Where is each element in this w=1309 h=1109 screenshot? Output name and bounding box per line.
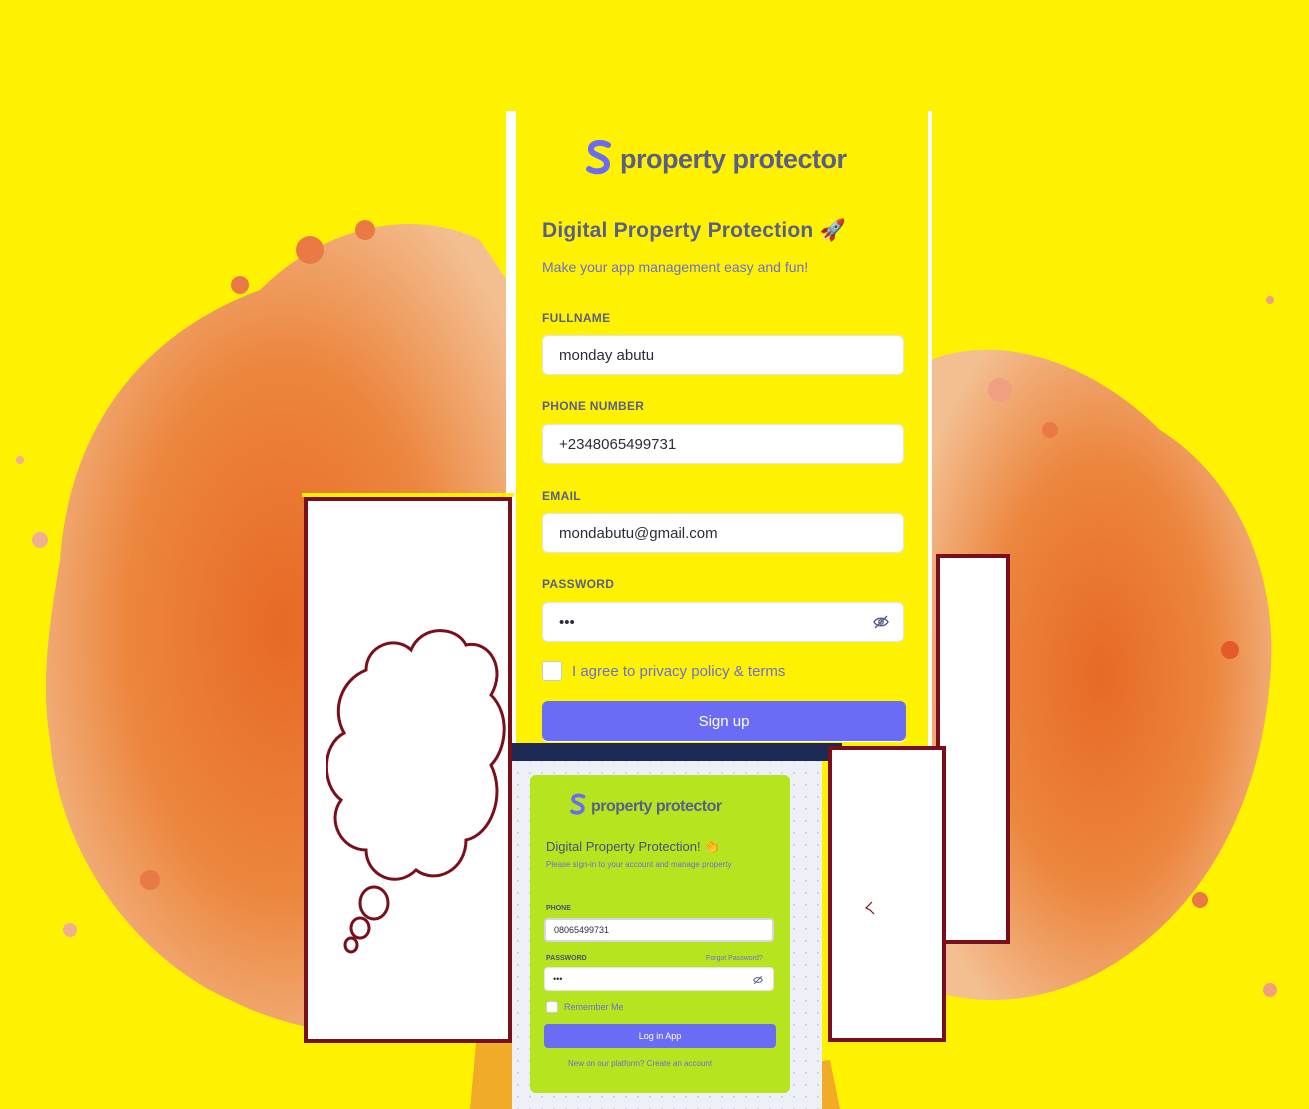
fullname-label: FULLNAME bbox=[542, 311, 611, 325]
brand-name: property protector bbox=[591, 797, 722, 815]
login-heading: Digital Property Protection! 👏 bbox=[546, 839, 721, 854]
login-phone-label: PHONE bbox=[546, 905, 571, 912]
create-account-link[interactable]: New on our platform? Create an account bbox=[568, 1059, 712, 1068]
remember-text[interactable]: Remember Me bbox=[564, 1002, 624, 1012]
remember-checkbox[interactable] bbox=[546, 1001, 558, 1013]
login-screenshot-top-strip bbox=[512, 743, 842, 761]
signup-button[interactable]: Sign up bbox=[542, 701, 906, 741]
remember-me[interactable]: Remember Me bbox=[546, 1001, 624, 1013]
email-input[interactable]: mondabutu@gmail.com bbox=[542, 513, 904, 553]
login-password-input[interactable]: ••• bbox=[544, 967, 774, 991]
phone-input[interactable]: +2348065499731 bbox=[542, 424, 904, 464]
fullname-input[interactable]: monday abutu bbox=[542, 335, 904, 375]
thought-bubble-icon bbox=[326, 629, 506, 954]
agree-text[interactable]: I agree to privacy policy & terms bbox=[572, 663, 785, 680]
phone-value: +2348065499731 bbox=[559, 435, 677, 453]
email-value: mondabutu@gmail.com bbox=[559, 524, 718, 542]
login-logo: property protector bbox=[570, 793, 722, 820]
forgot-password-link[interactable]: Forgot Password? bbox=[706, 955, 763, 962]
signup-heading: Digital Property Protection 🚀 bbox=[542, 219, 846, 242]
login-button[interactable]: Log in App bbox=[544, 1024, 776, 1048]
login-phone-input[interactable]: 08065499731 bbox=[544, 918, 774, 942]
agree-terms[interactable]: I agree to privacy policy & terms bbox=[542, 661, 785, 681]
comic-panel-right-top bbox=[936, 554, 1010, 944]
eye-off-icon[interactable] bbox=[873, 614, 889, 634]
s-logo-icon bbox=[586, 139, 612, 180]
password-value: ••• bbox=[559, 613, 575, 631]
eye-off-icon[interactable] bbox=[753, 975, 763, 987]
comic-panel-left bbox=[302, 493, 514, 1043]
login-password-label: PASSWORD bbox=[546, 955, 587, 962]
pen-mark-icon bbox=[864, 901, 875, 915]
signup-logo: property protector bbox=[586, 139, 847, 180]
phone-label: PHONE NUMBER bbox=[542, 399, 645, 413]
login-subheading: Please sign-in to your account and manag… bbox=[546, 860, 732, 869]
fullname-value: monday abutu bbox=[559, 346, 655, 364]
email-label: EMAIL bbox=[542, 489, 581, 503]
comic-panel-right-bottom bbox=[828, 746, 946, 1042]
password-input[interactable]: ••• bbox=[542, 602, 904, 642]
login-card: property protector Digital Property Prot… bbox=[530, 775, 790, 1093]
brand-name: property protector bbox=[620, 144, 847, 174]
signup-card: property protector Digital Property Prot… bbox=[506, 111, 932, 751]
login-password-value: ••• bbox=[553, 974, 563, 984]
password-label: PASSWORD bbox=[542, 577, 615, 591]
s-logo-icon bbox=[570, 793, 586, 820]
login-phone-value: 08065499731 bbox=[554, 925, 610, 935]
signup-subheading: Make your app management easy and fun! bbox=[542, 259, 809, 275]
agree-checkbox[interactable] bbox=[542, 661, 562, 681]
